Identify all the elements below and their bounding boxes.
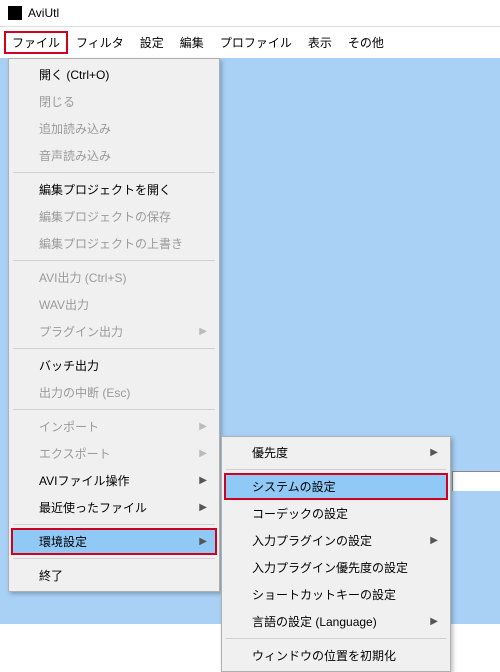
menu-item-export[interactable]: エクスポート▶: [11, 440, 217, 467]
menu-item-recent-files[interactable]: 最近使ったファイル▶: [11, 494, 217, 521]
submenu-item-shortcut-settings[interactable]: ショートカットキーの設定: [224, 581, 448, 608]
menu-item-wav-output[interactable]: WAV出力: [11, 291, 217, 318]
chevron-right-icon: ▶: [199, 421, 207, 432]
submenu-item-language-settings[interactable]: 言語の設定 (Language)▶: [224, 608, 448, 635]
menu-item-audio-load[interactable]: 音声読み込み: [11, 142, 217, 169]
menu-item-avi-file-ops[interactable]: AVIファイル操作▶: [11, 467, 217, 494]
menu-file[interactable]: ファイル: [4, 31, 68, 54]
menu-separator: [226, 638, 446, 639]
submenu-item-input-plugin-priority[interactable]: 入力プラグイン優先度の設定: [224, 554, 448, 581]
menu-settings[interactable]: 設定: [132, 31, 172, 54]
submenu-item-input-plugin-settings[interactable]: 入力プラグインの設定▶: [224, 527, 448, 554]
chevron-right-icon: ▶: [199, 448, 207, 459]
menu-item-append-load[interactable]: 追加読み込み: [11, 115, 217, 142]
chevron-right-icon: ▶: [199, 326, 207, 337]
menu-item-plugin-output[interactable]: プラグイン出力▶: [11, 318, 217, 345]
chevron-right-icon: ▶: [430, 447, 438, 458]
menu-view[interactable]: 表示: [300, 31, 340, 54]
window-title: AviUtl: [28, 6, 59, 20]
menu-item-avi-output[interactable]: AVI出力 (Ctrl+S): [11, 264, 217, 291]
menu-profile[interactable]: プロファイル: [212, 31, 300, 54]
menu-separator: [13, 172, 215, 173]
submenu-item-reset-window-pos[interactable]: ウィンドウの位置を初期化: [224, 642, 448, 669]
menu-item-abort-output[interactable]: 出力の中断 (Esc): [11, 379, 217, 406]
menu-edit[interactable]: 編集: [172, 31, 212, 54]
menu-separator: [226, 469, 446, 470]
menu-item-import[interactable]: インポート▶: [11, 413, 217, 440]
menu-separator: [13, 348, 215, 349]
menu-separator: [13, 409, 215, 410]
chevron-right-icon: ▶: [430, 616, 438, 627]
menu-item-open[interactable]: 開く (Ctrl+O): [11, 61, 217, 88]
app-icon: [8, 6, 22, 20]
menu-item-exit[interactable]: 終了: [11, 562, 217, 589]
chevron-right-icon: ▶: [430, 535, 438, 546]
menubar: ファイル フィルタ 設定 編集 プロファイル 表示 その他: [0, 27, 500, 58]
menu-other[interactable]: その他: [340, 31, 392, 54]
chevron-right-icon: ▶: [199, 502, 207, 513]
inner-panel: [452, 471, 500, 491]
menu-item-env-settings[interactable]: 環境設定▶: [11, 528, 217, 555]
menu-separator: [13, 524, 215, 525]
chevron-right-icon: ▶: [199, 536, 207, 547]
submenu-item-codec-settings[interactable]: コーデックの設定: [224, 500, 448, 527]
menu-item-overwrite-project[interactable]: 編集プロジェクトの上書き: [11, 230, 217, 257]
menu-item-batch-output[interactable]: バッチ出力: [11, 352, 217, 379]
submenu-item-system-settings[interactable]: システムの設定: [224, 473, 448, 500]
menu-filter[interactable]: フィルタ: [68, 31, 132, 54]
menu-item-close[interactable]: 閉じる: [11, 88, 217, 115]
submenu-item-priority[interactable]: 優先度▶: [224, 439, 448, 466]
content-area: 開く (Ctrl+O) 閉じる 追加読み込み 音声読み込み 編集プロジェクトを開…: [0, 58, 500, 624]
titlebar: AviUtl: [0, 0, 500, 27]
env-settings-submenu: 優先度▶ システムの設定 コーデックの設定 入力プラグインの設定▶ 入力プラグイ…: [221, 436, 451, 672]
file-dropdown: 開く (Ctrl+O) 閉じる 追加読み込み 音声読み込み 編集プロジェクトを開…: [8, 58, 220, 592]
menu-separator: [13, 558, 215, 559]
menu-item-open-project[interactable]: 編集プロジェクトを開く: [11, 176, 217, 203]
menu-separator: [13, 260, 215, 261]
chevron-right-icon: ▶: [199, 475, 207, 486]
menu-item-save-project[interactable]: 編集プロジェクトの保存: [11, 203, 217, 230]
